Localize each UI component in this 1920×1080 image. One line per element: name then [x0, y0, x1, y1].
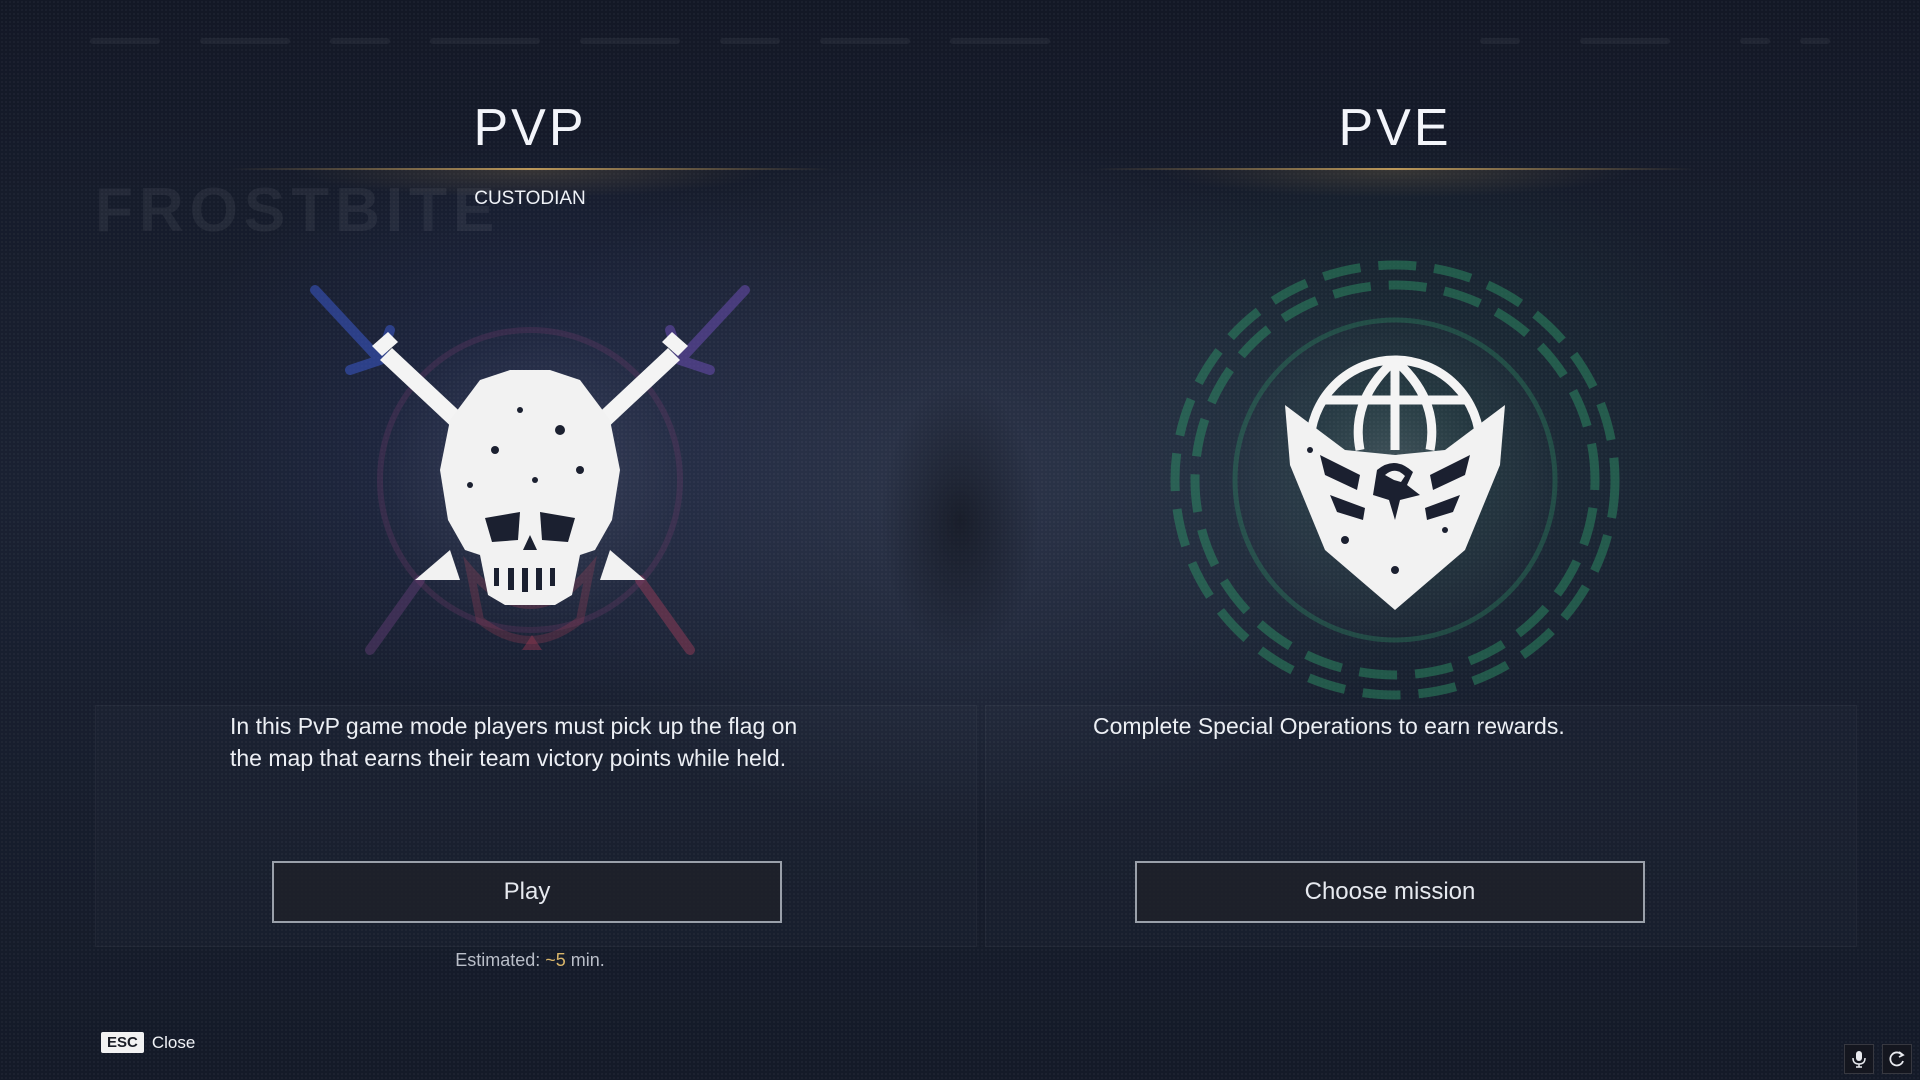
- pvp-description: In this PvP game mode players must pick …: [230, 713, 798, 771]
- close-hint[interactable]: ESC Close: [101, 1032, 195, 1053]
- close-label: Close: [151, 1032, 196, 1052]
- pve-emblem: [1145, 250, 1645, 710]
- choose-mission-button[interactable]: Choose mission: [1135, 861, 1645, 923]
- esc-key: ESC: [101, 1032, 144, 1053]
- corner-icons: [1844, 1044, 1912, 1074]
- play-button[interactable]: Play: [272, 861, 782, 923]
- pvp-divider: [230, 168, 830, 170]
- pve-description: Complete Special Operations to earn rewa…: [1093, 713, 1565, 739]
- pve-panel: PVE Complete Special Operations to earn …: [985, 0, 1805, 1000]
- estimate-value: ~5: [545, 950, 566, 970]
- skull-crossed-swords-icon: [310, 285, 750, 655]
- pvp-heading: PVP: [473, 99, 587, 157]
- estimated-time: Estimated: ~5 min.: [120, 950, 940, 971]
- refresh-icon[interactable]: [1882, 1044, 1912, 1074]
- microphone-icon[interactable]: [1844, 1044, 1874, 1074]
- pvp-mode-name: CUSTODIAN: [474, 188, 586, 209]
- pvp-emblem: [280, 250, 780, 710]
- pve-heading: PVE: [1338, 99, 1452, 157]
- estimate-suffix: min.: [565, 950, 605, 970]
- globe-eagle-icon: [1170, 260, 1620, 700]
- pve-divider-glow: [1155, 170, 1635, 198]
- pvp-panel: PVP CUSTODIAN In this PvP game mode play…: [120, 0, 940, 1000]
- pve-divider: [1095, 168, 1695, 170]
- estimate-prefix: Estimated:: [455, 950, 546, 970]
